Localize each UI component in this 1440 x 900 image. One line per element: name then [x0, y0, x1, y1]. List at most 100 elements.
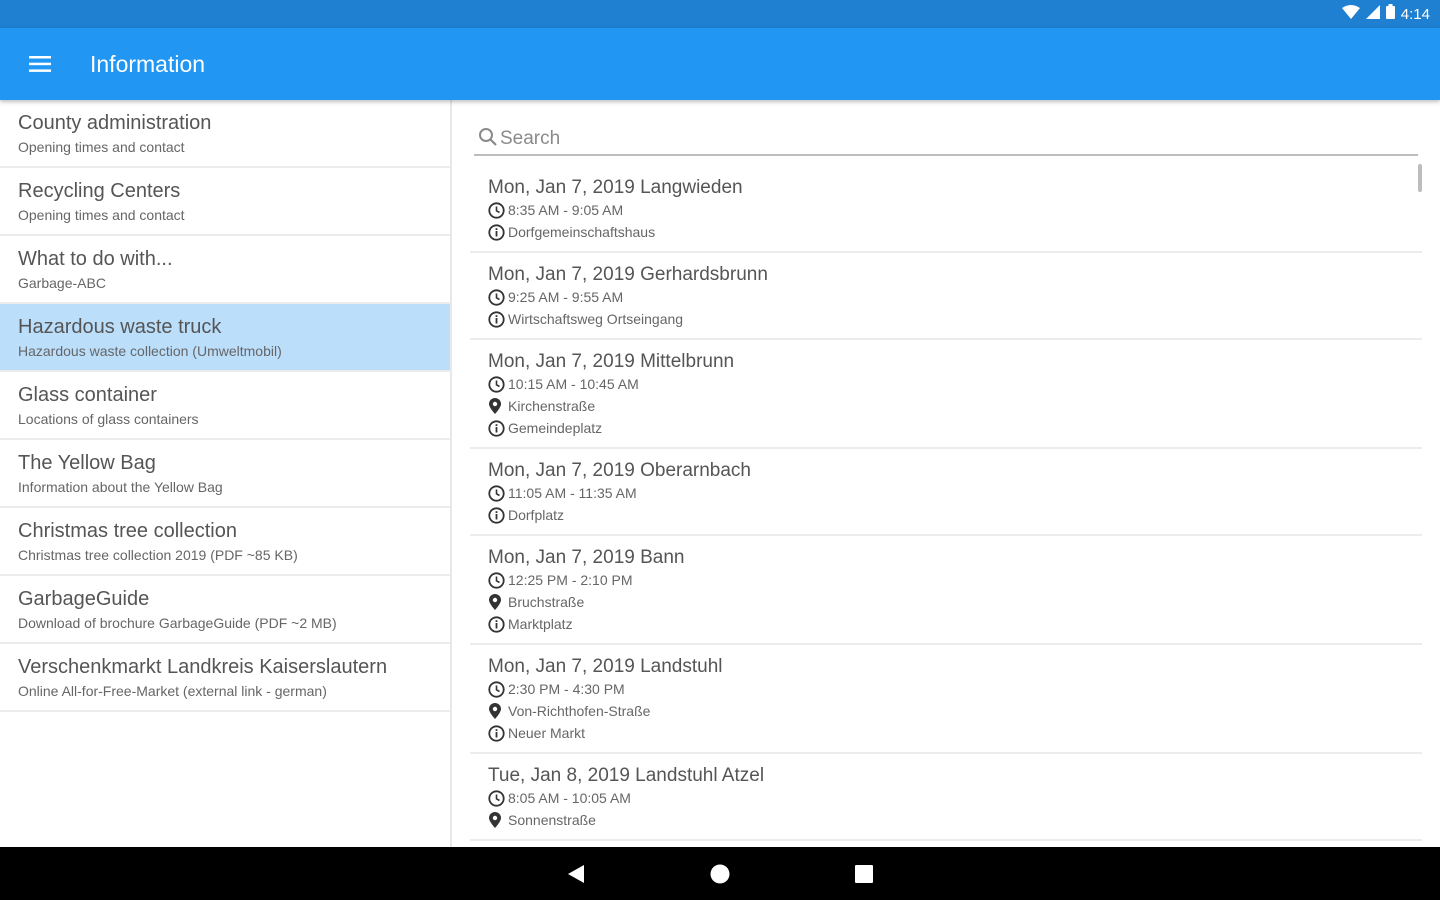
sidebar-item[interactable]: Recycling Centers Opening times and conta… [0, 168, 450, 236]
event-street: Bruchstraße [488, 591, 1422, 613]
event-time-text: 11:05 AM - 11:35 AM [508, 485, 637, 501]
location-pin-icon [488, 809, 508, 831]
sidebar-item-title: Glass container [18, 384, 157, 406]
battery-icon [1385, 4, 1395, 24]
event-time-text: 10:15 AM - 10:45 AM [508, 376, 639, 392]
menu-button[interactable] [18, 42, 62, 86]
sidebar-item-title: What to do with... [18, 248, 173, 270]
event-place-text: Neuer Markt [508, 725, 586, 741]
sidebar-item-title: Verschenkmarkt Landkreis Kaiserslautern [18, 656, 388, 678]
event-time-text: 8:35 AM - 9:05 AM [508, 202, 624, 218]
event-place: Marktplatz [488, 613, 1422, 635]
clock-icon [488, 373, 508, 395]
home-button[interactable] [690, 847, 750, 900]
sidebar-item[interactable]: What to do with... Garbage-ABC [0, 236, 450, 304]
recents-icon [855, 864, 873, 883]
event-street: Kirchenstraße [488, 395, 1422, 417]
event-time: 8:35 AM - 9:05 AM [488, 199, 1422, 221]
back-icon [568, 864, 584, 883]
event-place-text: Gemeindeplatz [508, 420, 603, 436]
sidebar-item-subtitle: Download of brochure GarbageGuide (PDF ~… [18, 615, 337, 631]
event-time: 9:25 AM - 9:55 AM [488, 286, 1422, 308]
event-title: Mon, Jan 7, 2019 Landstuhl [488, 656, 723, 677]
event-item[interactable]: Mon, Jan 7, 2019 Bann 12:25 PM - 2:10 PM B… [470, 536, 1422, 645]
recents-button[interactable] [834, 847, 894, 900]
info-icon [488, 613, 508, 635]
sidebar-item-title: The Yellow Bag [18, 452, 156, 474]
event-list: Mon, Jan 7, 2019 Langwieden 8:35 AM - 9:0… [470, 166, 1422, 841]
event-item[interactable]: Mon, Jan 7, 2019 Oberarnbach 11:05 AM - 1… [470, 449, 1422, 536]
back-button[interactable] [546, 847, 606, 900]
sidebar-item-title: GarbageGuide [18, 588, 150, 610]
event-time: 10:15 AM - 10:45 AM [488, 373, 1422, 395]
sidebar-item-subtitle: Hazardous waste collection (Umweltmobil) [18, 343, 282, 359]
event-street: Von-Richthofen-Straße [488, 700, 1422, 722]
event-place-text: Marktplatz [508, 616, 573, 632]
status-bar: 4:14 [0, 0, 1440, 28]
event-place: Wirtschaftsweg Ortseingang [488, 308, 1422, 330]
event-time: 11:05 AM - 11:35 AM [488, 482, 1422, 504]
event-street-text: Von-Richthofen-Straße [508, 703, 651, 719]
event-title: Tue, Jan 8, 2019 Landstuhl Atzel [488, 765, 765, 786]
search-icon [478, 127, 498, 152]
clock-icon [488, 678, 508, 700]
page-title: Information [90, 51, 206, 77]
event-title: Mon, Jan 7, 2019 Oberarnbach [488, 460, 752, 481]
app-bar: Information [0, 28, 1440, 100]
event-street-text: Bruchstraße [508, 594, 585, 610]
event-item[interactable]: Mon, Jan 7, 2019 Landstuhl 2:30 PM - 4:30… [470, 645, 1422, 754]
event-title: Mon, Jan 7, 2019 Bann [488, 547, 685, 568]
event-place: Dorfplatz [488, 504, 1422, 526]
event-title: Mon, Jan 7, 2019 Mittelbrunn [488, 351, 735, 372]
signal-icon [1365, 4, 1380, 24]
event-time: 2:30 PM - 4:30 PM [488, 678, 1422, 700]
sidebar-item[interactable]: The Yellow Bag Information about the Yell… [0, 440, 450, 508]
system-nav-bar [0, 847, 1440, 900]
sidebar-item[interactable]: Hazardous waste truck Hazardous waste col… [0, 304, 450, 372]
sidebar-item-subtitle: Christmas tree collection 2019 (PDF ~85 … [18, 547, 298, 563]
clock-icon [488, 199, 508, 221]
sidebar-item[interactable]: County administration Opening times and c… [0, 100, 450, 168]
sidebar-item-subtitle: Locations of glass containers [18, 411, 199, 427]
event-time-text: 8:05 AM - 10:05 AM [508, 790, 631, 806]
location-pin-icon [488, 591, 508, 613]
event-item[interactable]: Mon, Jan 7, 2019 Gerhardsbrunn 9:25 AM - … [470, 253, 1422, 340]
event-time-text: 9:25 AM - 9:55 AM [508, 289, 624, 305]
status-icons: 4:14 [1341, 0, 1430, 28]
event-item[interactable]: Tue, Jan 8, 2019 Landstuhl Atzel 8:05 AM … [470, 754, 1422, 841]
search-bar [474, 124, 1418, 156]
event-time-text: 12:25 PM - 2:10 PM [508, 572, 633, 588]
sidebar-item-title: Christmas tree collection [18, 520, 237, 542]
sidebar-item-subtitle: Garbage-ABC [18, 275, 106, 291]
location-pin-icon [488, 395, 508, 417]
sidebar-item[interactable]: GarbageGuide Download of brochure Garbage… [0, 576, 450, 644]
event-time-text: 2:30 PM - 4:30 PM [508, 681, 625, 697]
event-street: Sonnenstraße [488, 809, 1422, 831]
sidebar-item-title: Hazardous waste truck [18, 316, 222, 338]
sidebar-item[interactable]: Verschenkmarkt Landkreis Kaiserslautern O… [0, 644, 450, 712]
event-street-text: Sonnenstraße [508, 812, 596, 828]
status-time: 4:14 [1400, 5, 1430, 23]
event-title: Mon, Jan 7, 2019 Gerhardsbrunn [488, 264, 768, 285]
event-item[interactable]: Mon, Jan 7, 2019 Mittelbrunn 10:15 AM - 1… [470, 340, 1422, 449]
sidebar-item[interactable]: Christmas tree collection Christmas tree … [0, 508, 450, 576]
event-item[interactable]: Mon, Jan 7, 2019 Langwieden 8:35 AM - 9:0… [470, 166, 1422, 253]
sidebar-item-subtitle: Opening times and contact [18, 139, 185, 155]
sidebar-item[interactable]: Glass container Locations of glass contai… [0, 372, 450, 440]
event-place: Gemeindeplatz [488, 417, 1422, 439]
search-input[interactable] [500, 124, 1400, 154]
clock-icon [488, 286, 508, 308]
event-place-text: Dorfgemeinschaftshaus [508, 224, 656, 240]
info-icon [488, 308, 508, 330]
event-title: Mon, Jan 7, 2019 Langwieden [488, 177, 743, 198]
sidebar-item-subtitle: Information about the Yellow Bag [18, 479, 223, 495]
event-place: Neuer Markt [488, 722, 1422, 744]
event-time: 12:25 PM - 2:10 PM [488, 569, 1422, 591]
event-place-text: Dorfplatz [508, 507, 565, 523]
sidebar-item-title: Recycling Centers [18, 180, 181, 202]
clock-icon [488, 569, 508, 591]
clock-icon [488, 482, 508, 504]
event-street-text: Kirchenstraße [508, 398, 596, 414]
clock-icon [488, 787, 508, 809]
wifi-icon [1341, 4, 1360, 24]
